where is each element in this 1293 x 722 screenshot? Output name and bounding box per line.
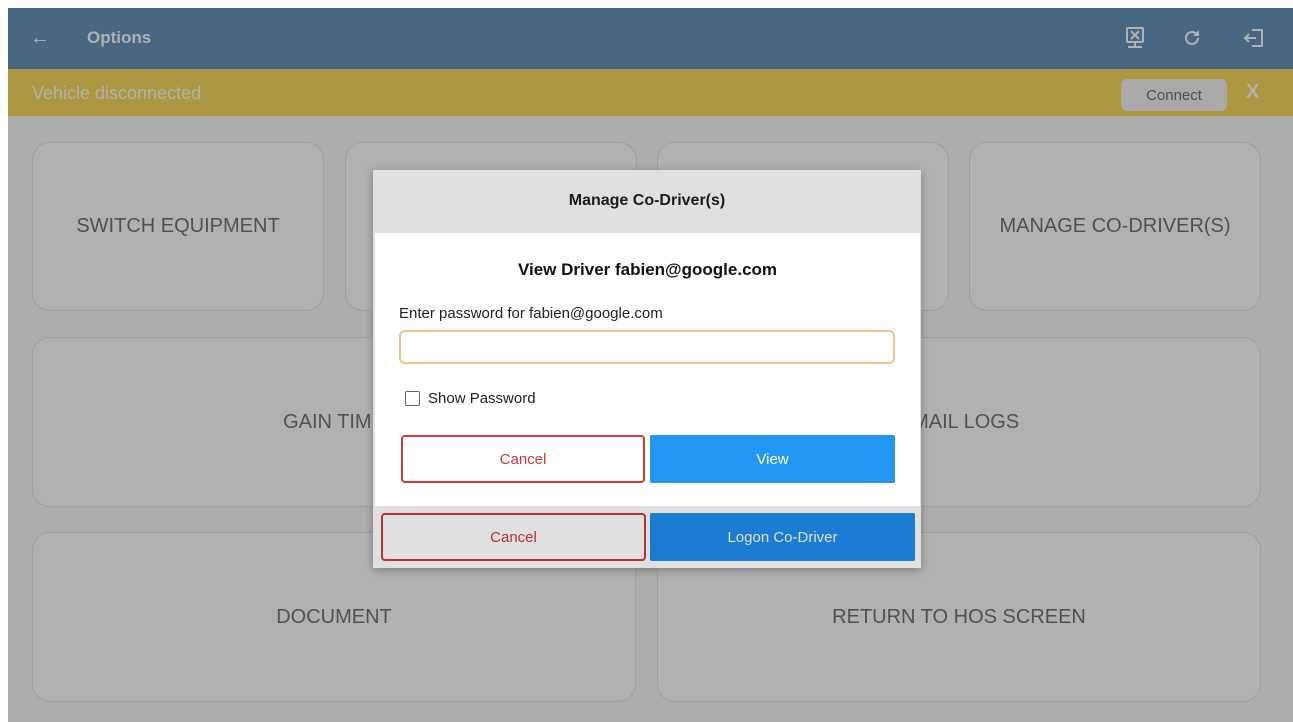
options-screen: ← Options Vehicle disco xyxy=(8,8,1293,722)
view-driver-dialog: View Driver fabien@google.com Enter pass… xyxy=(375,233,920,506)
show-password-label: Show Password xyxy=(428,390,536,407)
password-input[interactable] xyxy=(399,330,895,364)
show-password-toggle[interactable]: Show Password xyxy=(405,390,536,407)
view-button[interactable]: View xyxy=(650,435,895,483)
view-dialog-title: View Driver fabien@google.com xyxy=(517,260,778,279)
password-label: Enter password for fabien@google.com xyxy=(399,305,663,322)
view-dialog-cancel-button[interactable]: Cancel xyxy=(401,435,645,483)
show-password-checkbox[interactable] xyxy=(405,391,420,406)
